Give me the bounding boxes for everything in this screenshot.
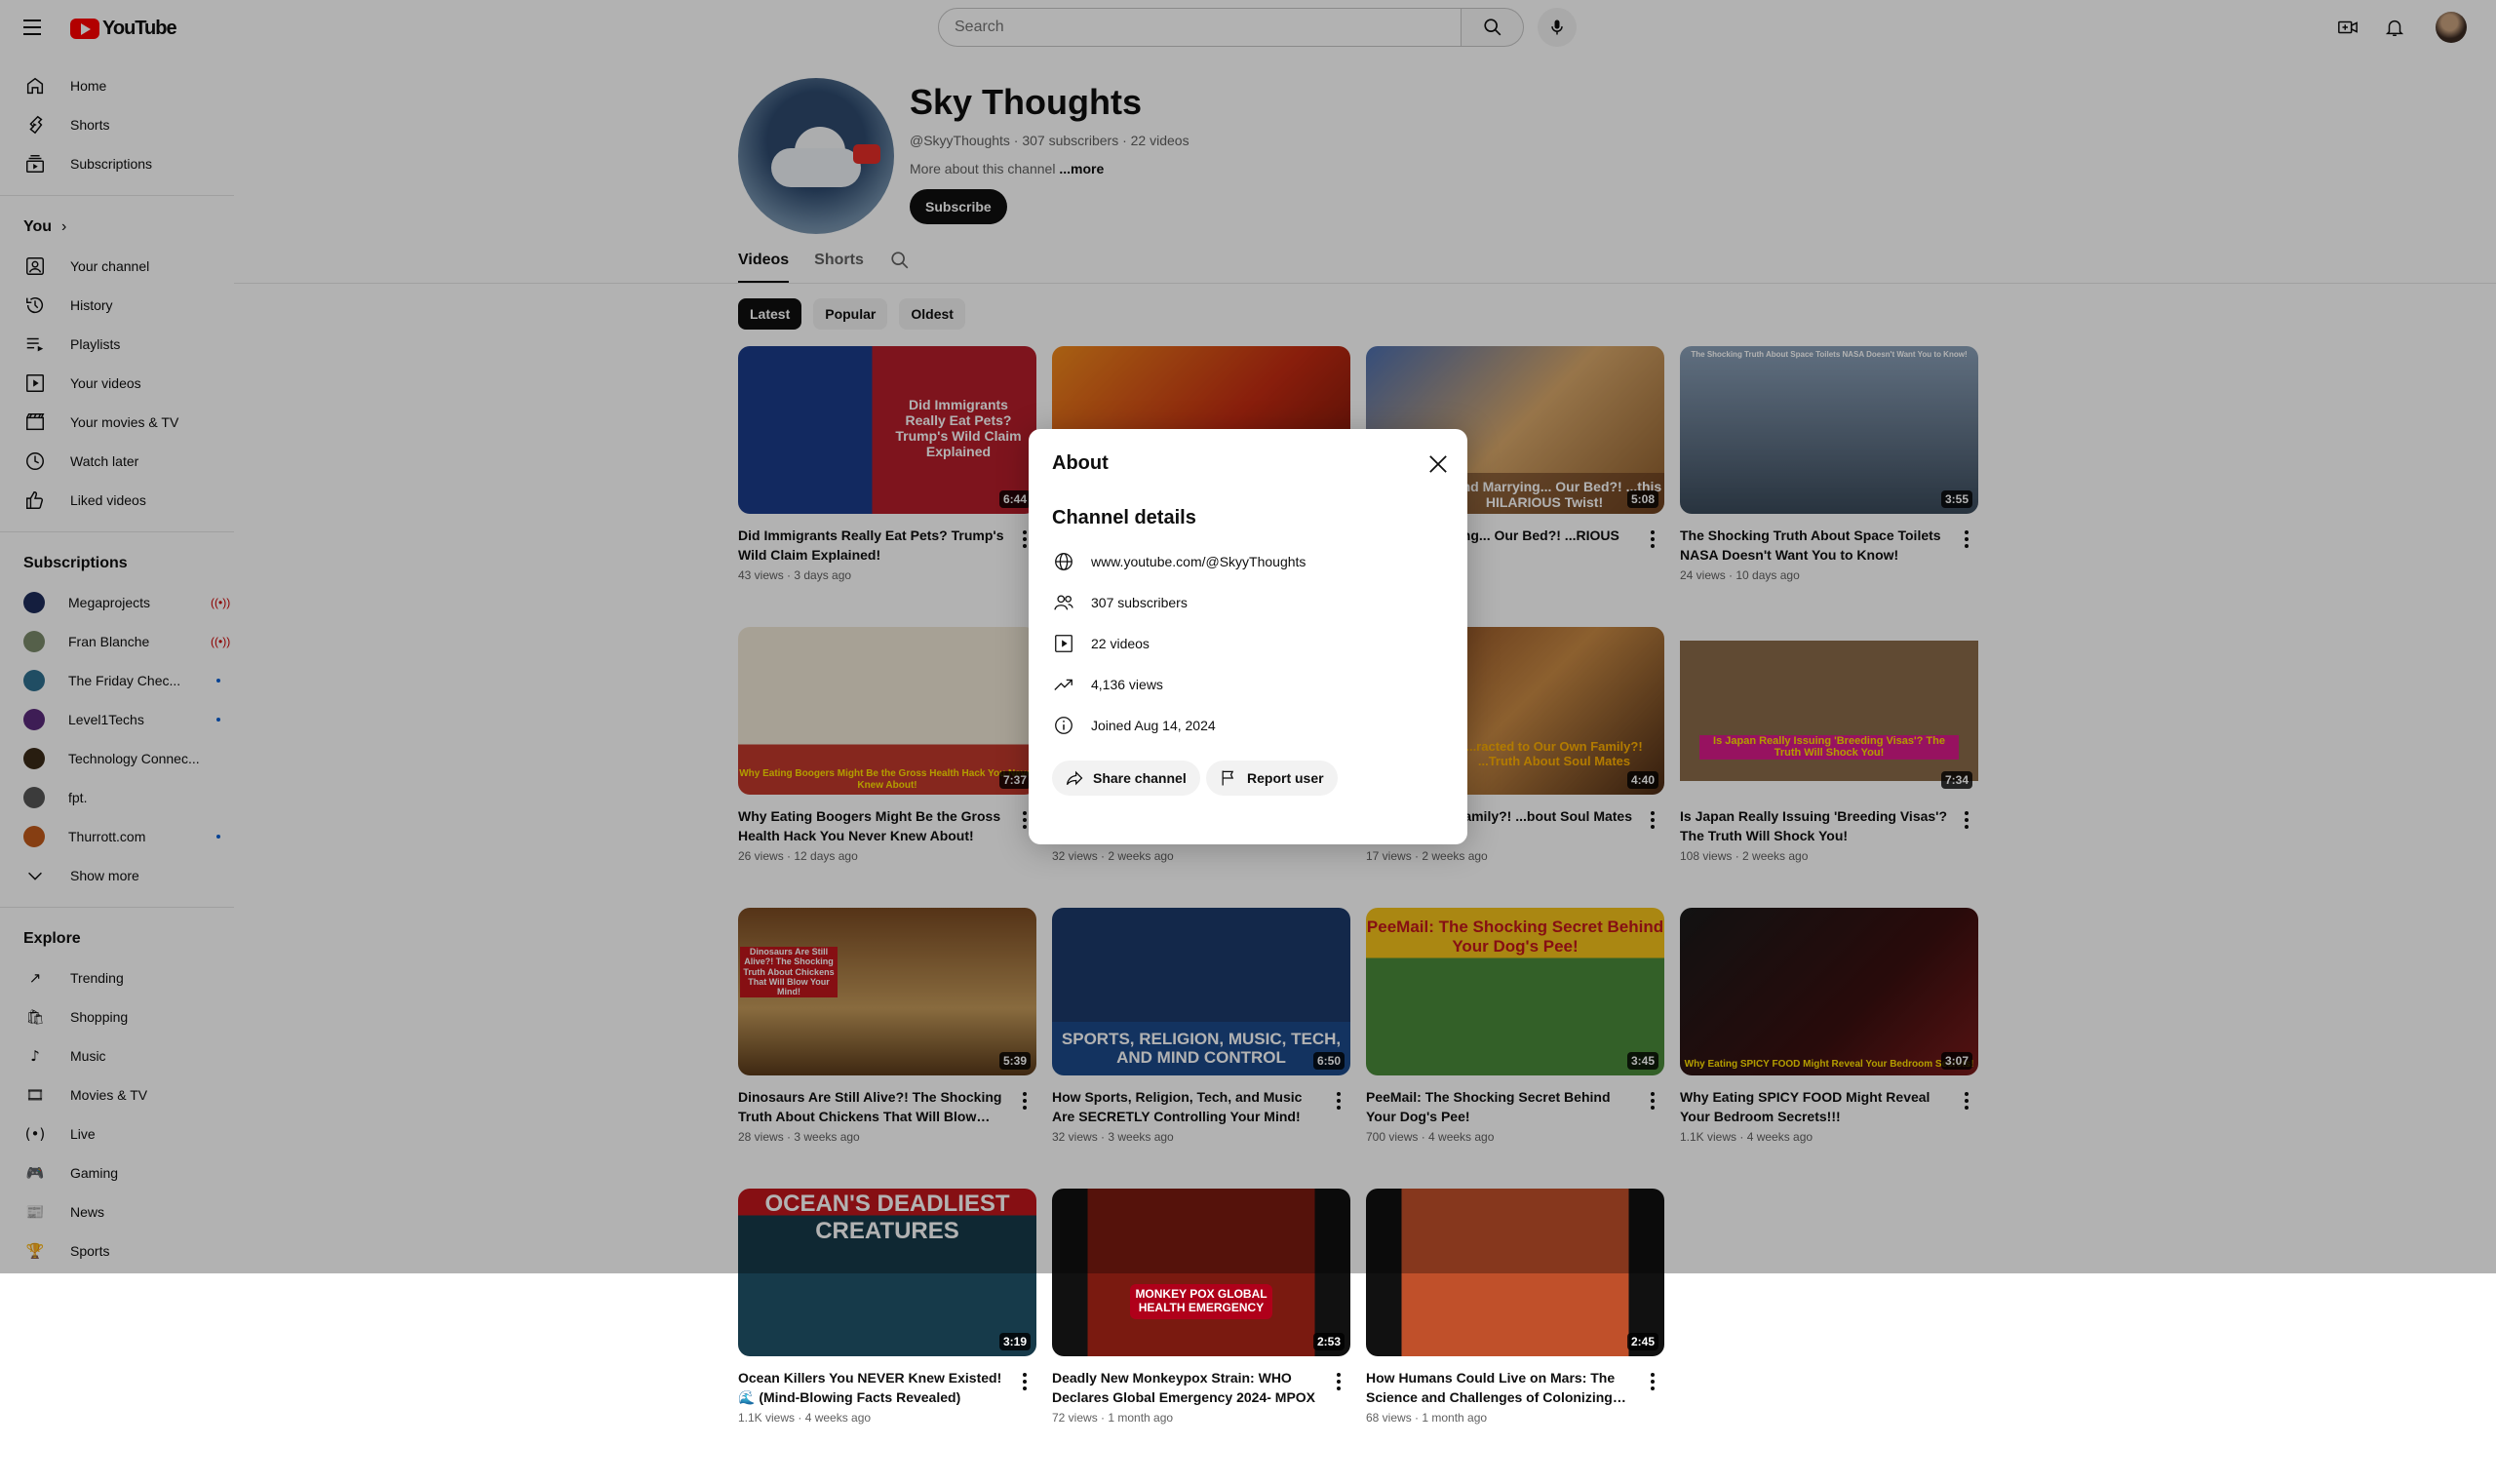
share-icon [1064, 767, 1085, 789]
share-channel-label: Share channel [1093, 770, 1187, 786]
info-icon [1052, 714, 1075, 737]
dialog-title: About [1052, 452, 1109, 474]
report-user-label: Report user [1247, 770, 1324, 786]
detail-views: 4,136 views [1052, 673, 1163, 696]
detail-joined-text: Joined Aug 14, 2024 [1091, 718, 1216, 733]
globe-icon [1052, 550, 1075, 573]
detail-url: www.youtube.com/@SkyyThoughts [1052, 550, 1306, 573]
video-duration: 2:45 [1626, 1333, 1658, 1350]
thumbnail-caption: MONKEY POX GLOBAL HEALTH EMERGENCY [1130, 1284, 1272, 1319]
video-meta: 72 views · 1 month ago [1052, 1411, 1174, 1425]
video-meta: 1.1K views · 4 weeks ago [738, 1411, 872, 1425]
flag-icon [1218, 767, 1239, 789]
share-channel-button[interactable]: Share channel [1052, 761, 1200, 796]
about-dialog: About Channel details www.youtube.com/@S… [1029, 429, 1467, 844]
video-icon [1052, 632, 1075, 655]
video-duration: 2:53 [1312, 1333, 1345, 1350]
more-actions-icon[interactable] [1015, 1368, 1034, 1395]
detail-views-text: 4,136 views [1091, 677, 1163, 692]
detail-subscribers-text: 307 subscribers [1091, 595, 1188, 610]
subscribers-icon [1052, 591, 1075, 614]
video-meta: 68 views · 1 month ago [1366, 1411, 1488, 1425]
page: YouTube Search Home Shorts Subscriptions… [0, 0, 2496, 1484]
detail-url-text[interactable]: www.youtube.com/@SkyyThoughts [1091, 554, 1306, 569]
detail-subscribers: 307 subscribers [1052, 591, 1188, 614]
close-icon[interactable] [1424, 450, 1452, 478]
detail-videos-text: 22 videos [1091, 636, 1150, 651]
more-actions-icon[interactable] [1643, 1368, 1662, 1395]
video-title[interactable]: Ocean Killers You NEVER Knew Existed! 🌊 … [738, 1368, 1009, 1407]
video-title[interactable]: How Humans Could Live on Mars: The Scien… [1366, 1368, 1637, 1407]
more-actions-icon[interactable] [1329, 1368, 1348, 1395]
trending-up-icon [1052, 673, 1075, 696]
report-user-button[interactable]: Report user [1206, 761, 1338, 796]
detail-videos: 22 videos [1052, 632, 1150, 655]
channel-details-heading: Channel details [1052, 507, 1196, 528]
detail-joined: Joined Aug 14, 2024 [1052, 714, 1216, 737]
video-title[interactable]: Deadly New Monkeypox Strain: WHO Declare… [1052, 1368, 1323, 1407]
video-duration: 3:19 [998, 1333, 1031, 1350]
